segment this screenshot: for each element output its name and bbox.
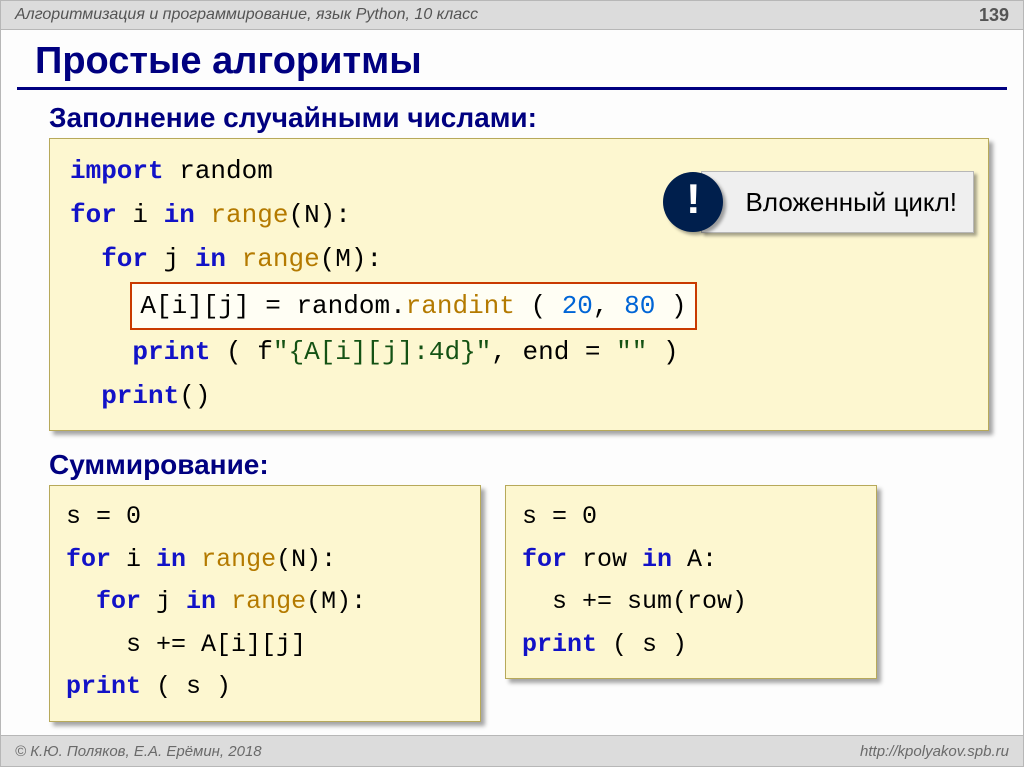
code-block-sum-right: s = 0 for row in A: s += sum(row) print … [505, 485, 877, 679]
page-number: 139 [979, 5, 1009, 26]
highlighted-line: A[i][j] = random.randint ( 20, 80 ) [130, 282, 696, 330]
footer-url: http://kpolyakov.spb.ru [860, 743, 1009, 760]
callout-label: Вложенный цикл! [701, 171, 974, 233]
code-block-fill: import random for i in range(N): for j i… [49, 138, 989, 431]
header-title: Алгоритмизация и программирование, язык … [15, 6, 478, 24]
exclamation-icon: ! [663, 172, 723, 232]
content: Заполнение случайными числами: import ra… [1, 90, 1023, 740]
slide: Алгоритмизация и программирование, язык … [0, 0, 1024, 767]
code-block-sum-left: s = 0 for i in range(N): for j in range(… [49, 485, 481, 722]
section-heading-sum: Суммирование: [49, 449, 989, 481]
kw-import: import [70, 156, 164, 186]
page-title: Простые алгоритмы [35, 40, 1023, 83]
footer: © К.Ю. Поляков, Е.А. Ерёмин, 2018 http:/… [1, 735, 1023, 766]
two-column-row: s = 0 for i in range(N): for j in range(… [49, 485, 989, 740]
kw-for: for [70, 200, 117, 230]
footer-authors: © К.Ю. Поляков, Е.А. Ерёмин, 2018 [15, 743, 262, 760]
section-heading-fill: Заполнение случайными числами: [49, 102, 989, 134]
callout-nested-loop: ! Вложенный цикл! [663, 171, 974, 233]
header-bar: Алгоритмизация и программирование, язык … [1, 1, 1023, 30]
